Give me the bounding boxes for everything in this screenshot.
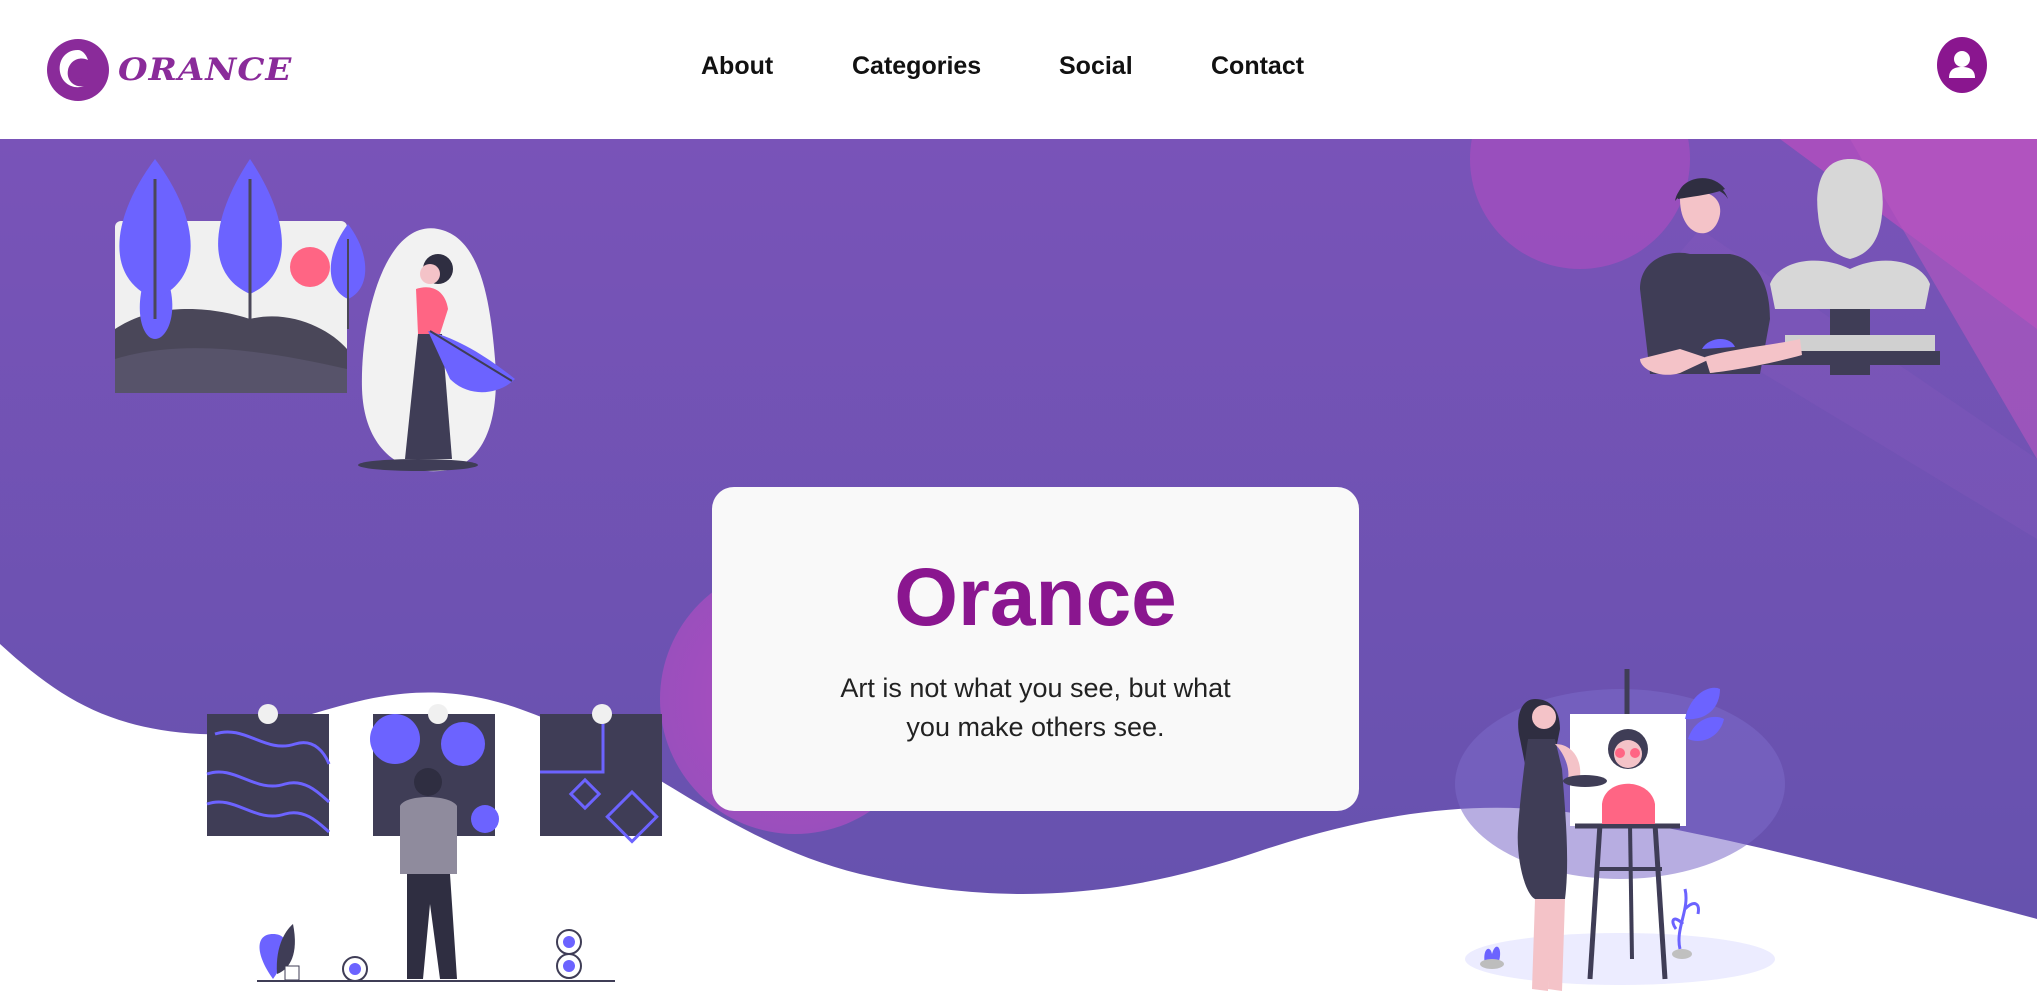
hero-section: Orance Art is not what you see, but what… <box>0 139 2037 1000</box>
site-header: ORANCE About Categories Social Contact <box>0 0 2037 139</box>
profile-button[interactable] <box>1937 37 1987 93</box>
nav-link-social[interactable]: Social <box>1059 52 1133 81</box>
nav-link-about[interactable]: About <box>701 52 773 81</box>
nav-link-categories[interactable]: Categories <box>852 52 981 81</box>
hero-card: Orance Art is not what you see, but what… <box>712 487 1359 811</box>
sculptor-illustration <box>1640 159 1940 375</box>
user-avatar-icon <box>1949 51 1975 78</box>
gallery-visitor-illustration <box>206 704 662 982</box>
main-nav: About Categories Social Contact <box>0 52 2037 92</box>
nav-link-contact[interactable]: Contact <box>1211 52 1304 81</box>
hero-title: Orance <box>894 552 1177 643</box>
landscape-woman-illustration <box>115 159 515 472</box>
painter-illustration <box>1455 669 1785 991</box>
hero-subtitle: Art is not what you see, but what you ma… <box>840 673 1231 742</box>
